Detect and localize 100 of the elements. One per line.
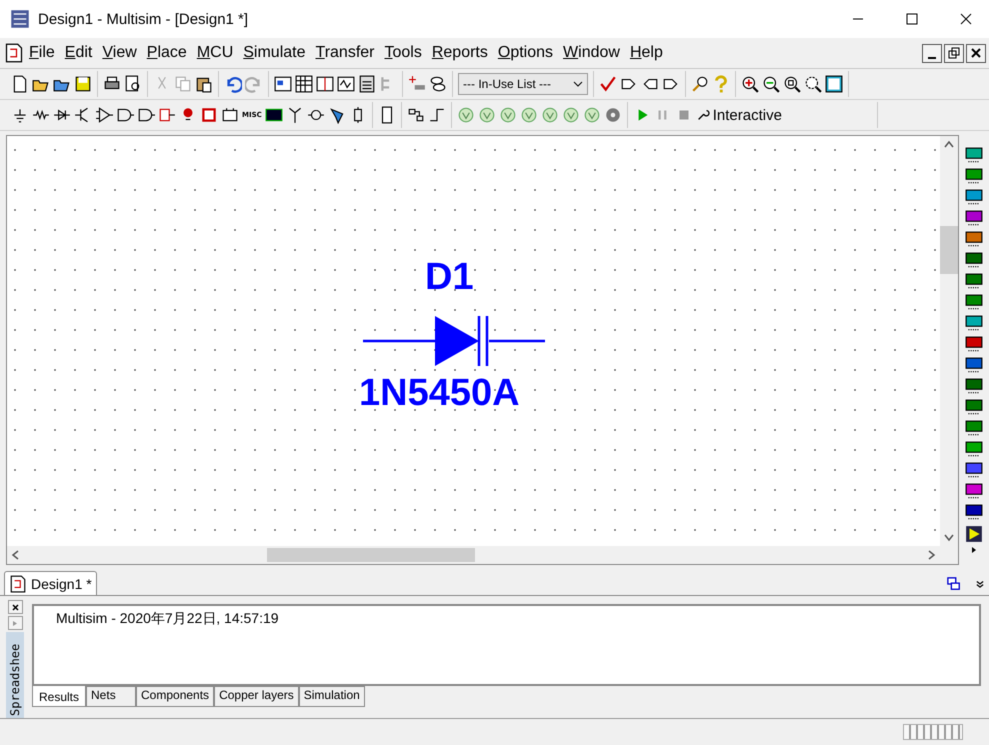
spreadsheet-tab[interactable]: Nets (86, 686, 136, 707)
scroll-right-icon[interactable] (928, 550, 936, 560)
instrument-icon[interactable] (965, 483, 983, 501)
panel-title: Spreadshee (6, 632, 24, 718)
wrench-icon (696, 108, 710, 122)
results-log: Multisim - 2020年7月22日, 14:57:19 (32, 604, 981, 686)
amplifier-icon[interactable] (965, 525, 983, 543)
close-icon (12, 604, 18, 610)
probe-icon[interactable] (498, 106, 517, 124)
schematic-canvas[interactable]: D1 1N5450A (7, 136, 940, 546)
instrument-icon[interactable] (965, 336, 983, 354)
chevron-down-icon[interactable] (975, 578, 985, 590)
restore-icon (948, 47, 960, 59)
step-icon[interactable] (428, 106, 446, 124)
app-logo-icon[interactable] (10, 9, 30, 29)
windows-icon[interactable] (947, 577, 961, 591)
instrument-icon[interactable] (965, 441, 983, 459)
menu-item[interactable]: Reports (426, 44, 493, 62)
probe-icon[interactable] (582, 106, 601, 124)
logic-gate-symbol-icon[interactable] (116, 106, 134, 124)
menu-item[interactable]: View (97, 44, 142, 62)
spreadsheet-tab[interactable]: Results (32, 686, 86, 707)
opamp-symbol-icon[interactable] (95, 106, 113, 124)
instrument-icon[interactable] (965, 252, 983, 270)
scroll-up-icon[interactable] (944, 140, 954, 148)
probe-icon[interactable] (540, 106, 559, 124)
instrument-icon[interactable] (965, 399, 983, 417)
instrument-icon[interactable] (965, 378, 983, 396)
instrument-icon[interactable] (965, 147, 983, 165)
print-preview-icon[interactable] (124, 75, 142, 93)
monitor-icon[interactable] (264, 106, 283, 124)
document-icon[interactable] (4, 42, 24, 64)
menu-item[interactable]: Edit (60, 44, 98, 62)
menu-item[interactable]: Simulate (238, 44, 310, 62)
instrument-icon[interactable] (965, 189, 983, 207)
grid-icon[interactable] (295, 75, 313, 93)
maximize-icon (906, 13, 918, 25)
menu-item[interactable]: File (24, 44, 60, 62)
menu-item[interactable]: Help (624, 44, 668, 62)
instrument-icon[interactable] (965, 168, 983, 186)
probe-icon[interactable] (520, 106, 538, 124)
window-icon[interactable] (316, 75, 334, 93)
restore-button[interactable] (944, 44, 964, 62)
instrument-icon[interactable] (965, 357, 983, 375)
check-icon[interactable] (599, 75, 617, 93)
instrument-icon[interactable] (965, 420, 983, 438)
spreadsheet-tab[interactable]: Copper layers (214, 686, 299, 707)
scrollbar-thumb[interactable] (940, 226, 958, 274)
minimize-icon (928, 56, 936, 58)
probe-icon[interactable] (478, 106, 496, 124)
full-screen-icon[interactable] (825, 75, 843, 93)
settings-icon[interactable] (604, 106, 622, 124)
document-tab[interactable]: Design1 * (4, 571, 97, 595)
probe-icon[interactable] (562, 106, 580, 124)
in-use-list-dropdown[interactable]: --- In-Use List --- (458, 73, 588, 95)
instrument-icon[interactable] (965, 273, 983, 291)
progress-meter-icon (903, 724, 963, 740)
zoom-fit-icon[interactable] (804, 75, 822, 93)
spreadsheet-tab[interactable]: Components (136, 686, 214, 707)
zoom-in-icon[interactable] (741, 75, 759, 93)
scroll-left-icon[interactable] (11, 550, 19, 560)
instrument-icon[interactable] (965, 462, 983, 480)
scroll-down-icon[interactable] (944, 534, 954, 542)
bus-icon[interactable] (406, 106, 425, 124)
waveform-icon[interactable] (337, 75, 355, 93)
new-file-icon[interactable] (11, 75, 29, 93)
component-reference: D1 (425, 256, 474, 299)
menu-item[interactable]: Place (142, 44, 192, 62)
spreadsheet-tab[interactable]: Simulation (298, 686, 365, 707)
instrument-icon[interactable] (965, 504, 983, 522)
zoom-out-icon[interactable] (762, 75, 780, 93)
power-component-icon[interactable] (200, 106, 218, 124)
instrument-icon[interactable] (965, 294, 983, 312)
close-button[interactable] (966, 44, 986, 62)
menu-item[interactable]: Transfer (310, 44, 380, 62)
mixed-signal-icon[interactable] (158, 106, 176, 124)
close-button[interactable] (8, 600, 22, 614)
minimize-button[interactable] (922, 44, 942, 62)
menu-item[interactable]: Options (492, 44, 558, 62)
zoom-area-icon[interactable] (783, 75, 801, 93)
play-arrow-icon (12, 620, 18, 626)
logic-gate-symbol-icon[interactable] (137, 106, 155, 124)
document-icon (9, 574, 27, 592)
paste-icon[interactable] (195, 75, 213, 93)
save-icon[interactable] (74, 75, 92, 93)
menu-item[interactable]: Tools (379, 44, 427, 62)
instrument-icon[interactable] (965, 315, 983, 333)
connector-icon[interactable] (328, 106, 346, 124)
search-icon[interactable] (691, 75, 709, 93)
probe-icon[interactable] (456, 106, 475, 124)
instrument-icon[interactable] (965, 210, 983, 228)
expand-arrow-icon[interactable] (971, 546, 977, 554)
menu-item[interactable]: Window (558, 44, 625, 62)
component-value: 1N5450A (359, 372, 520, 415)
simulation-mode-label: Interactive (712, 106, 782, 124)
database-icon[interactable] (429, 75, 447, 93)
window-icon[interactable] (274, 75, 292, 93)
instrument-icon[interactable] (965, 231, 983, 249)
scrollbar-thumb[interactable] (267, 548, 475, 562)
menu-item[interactable]: MCU (192, 44, 238, 62)
